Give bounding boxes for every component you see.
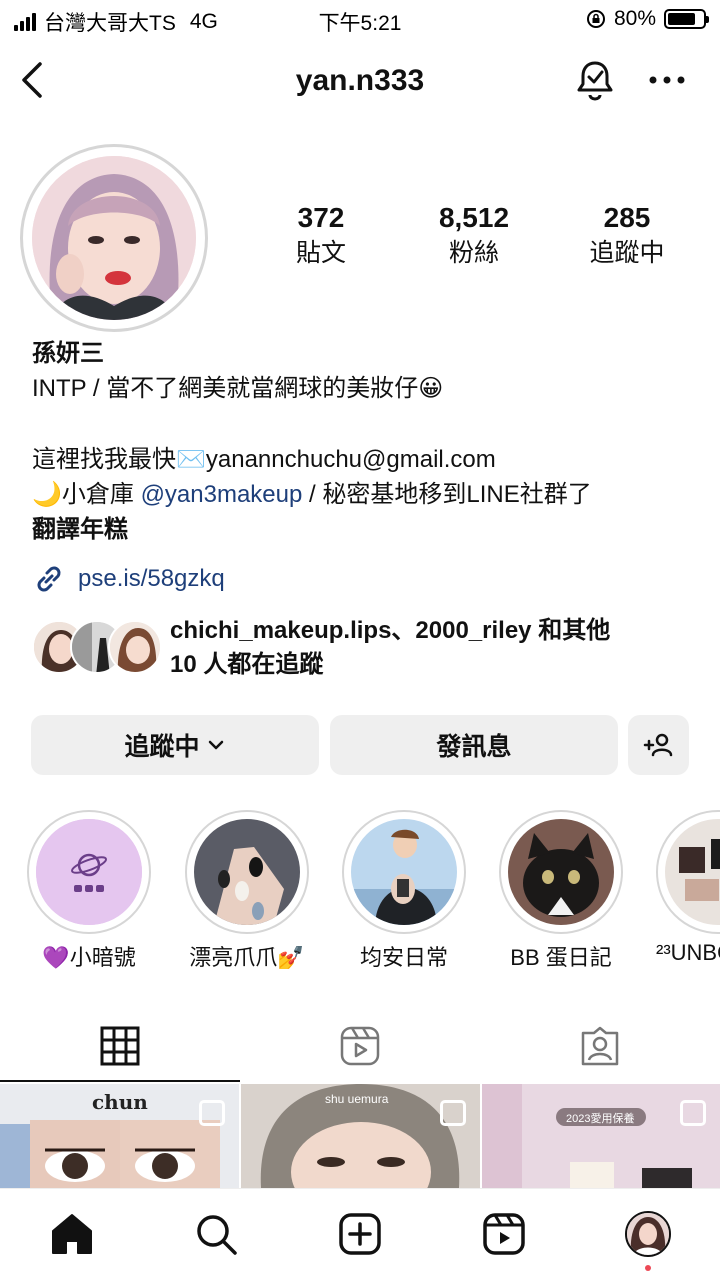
highlight-cover: [36, 819, 142, 925]
followed-by-line-2: 10 人都在追蹤: [170, 651, 324, 678]
bio-mention-link[interactable]: @yan3makeup: [141, 481, 303, 508]
bio-line-1: INTP / 當不了網美就當網球的美妝仔😀: [32, 375, 444, 402]
posts-grid: chun shu uemura 2023愛用保養: [0, 1084, 720, 1188]
post-thumbnail[interactable]: chun: [0, 1084, 239, 1188]
followers-count-value: 8,512: [438, 202, 510, 233]
highlight-label: ²³UNBO: [656, 940, 720, 965]
following-count[interactable]: 285 追蹤中: [552, 200, 702, 270]
profile-avatar-ring[interactable]: [20, 144, 208, 332]
active-tab-indicator: [0, 1080, 240, 1082]
add-person-icon: [643, 733, 672, 757]
following-count-label: 追蹤中: [589, 239, 665, 267]
rotation-lock-icon: [586, 10, 605, 28]
highlight-cover: [194, 819, 300, 925]
bell-check-icon: [577, 61, 613, 101]
posts-count[interactable]: 372 貼文: [246, 200, 396, 270]
followed-by-avatars: [32, 620, 162, 676]
highlight-label: 均安日常: [359, 945, 448, 970]
profile-tabs: [0, 1010, 720, 1082]
post-caption-text: 2023愛用保養: [566, 1113, 635, 1125]
more-horizontal-icon: [649, 76, 685, 84]
profile-avatar: [32, 156, 196, 320]
posts-count-value: 372: [297, 202, 345, 233]
following-button-label: 追蹤中: [124, 733, 200, 761]
profile-header: yan.n333: [0, 50, 720, 110]
highlight-item[interactable]: 漂亮爪爪💅: [185, 810, 309, 972]
nav-profile[interactable]: [623, 1209, 673, 1259]
followed-by-section[interactable]: chichi_makeup.lips、2000_riley 和其他 10 人都在…: [32, 614, 702, 684]
following-count-value: 285: [603, 202, 651, 233]
highlight-ring: [656, 810, 720, 934]
reels-icon: [483, 1213, 525, 1255]
status-right: 80%: [586, 7, 709, 31]
notification-dot: [645, 1265, 651, 1271]
following-button[interactable]: 追蹤中: [31, 715, 319, 775]
profile-bio: 孫妍三 INTP / 當不了網美就當網球的美妝仔😀 這裡找我最快✉️yanann…: [32, 336, 702, 547]
chevron-down-icon: [208, 740, 223, 750]
bio-email: yanannchuchu@gmail.com: [205, 446, 496, 473]
message-button[interactable]: 發訊息: [330, 715, 618, 775]
link-icon: [37, 566, 61, 592]
multiple-photos-icon: [199, 1100, 225, 1126]
bio-translate-button[interactable]: 翻譯年糕: [32, 512, 702, 547]
more-options-button[interactable]: [645, 60, 689, 100]
bio-storage-suffix: / 秘密基地移到LINE社群了: [302, 481, 592, 508]
home-icon: [52, 1214, 92, 1254]
highlight-ring: [185, 810, 309, 934]
followed-by-line-1: chichi_makeup.lips、2000_riley 和其他: [170, 617, 611, 644]
bio-storage-prefix: 🌙小倉庫: [32, 481, 141, 508]
followers-count[interactable]: 8,512 粉絲: [399, 200, 549, 270]
battery-icon: [664, 9, 709, 29]
reels-icon: [340, 1026, 380, 1066]
tab-posts[interactable]: [0, 1010, 240, 1082]
post-thumbnail[interactable]: shu uemura: [241, 1084, 480, 1188]
create-post-icon: [339, 1213, 381, 1255]
nav-reels[interactable]: [479, 1209, 529, 1259]
tab-tagged[interactable]: [480, 1010, 720, 1082]
nav-search[interactable]: [191, 1209, 241, 1259]
multiple-photos-icon: [440, 1100, 466, 1126]
bottom-navigation: [0, 1188, 720, 1280]
posts-count-label: 貼文: [295, 239, 346, 267]
grid-icon: [100, 1026, 140, 1066]
highlight-item[interactable]: ²³UNBO: [656, 810, 720, 966]
bio-line-3: 🌙小倉庫 @yan3makeup / 秘密基地移到LINE社群了: [32, 477, 702, 512]
highlight-label: 漂亮爪爪💅: [189, 945, 305, 970]
follower-avatar: [108, 620, 162, 674]
bio-line-2: 這裡找我最快✉️yanannchuchu@gmail.com: [32, 442, 702, 477]
highlight-cover: [351, 819, 457, 925]
highlight-label: 💜小暗號: [42, 945, 136, 970]
post-brand-text: shu uemura: [325, 1092, 389, 1106]
profile-link[interactable]: pse.is/58gzkq: [32, 562, 225, 596]
nav-create[interactable]: [335, 1209, 385, 1259]
notifications-button[interactable]: [573, 58, 617, 102]
status-bar: 台灣大哥大TS 4G 下午5:21 80%: [0, 0, 720, 40]
post-thumbnail[interactable]: 2023愛用保養: [482, 1084, 720, 1188]
nav-home[interactable]: [47, 1209, 97, 1259]
post-brand-text: chun: [92, 1090, 148, 1114]
followers-count-label: 粉絲: [448, 239, 499, 267]
profile-display-name: 孫妍三: [32, 340, 104, 367]
highlight-item[interactable]: 💜小暗號: [27, 810, 151, 972]
followed-by-text: chichi_makeup.lips、2000_riley 和其他 10 人都在…: [170, 614, 610, 682]
highlight-cover: [508, 819, 614, 925]
bio-contact-prefix: 這裡找我最快✉️: [32, 446, 206, 473]
highlight-ring: [342, 810, 466, 934]
tagged-icon: [581, 1026, 619, 1066]
message-button-label: 發訊息: [436, 733, 512, 761]
battery-percent: 80%: [613, 7, 656, 30]
highlight-label: BB 蛋日記: [510, 945, 612, 970]
highlight-ring: [499, 810, 623, 934]
highlight-ring: [27, 810, 151, 934]
highlight-item[interactable]: 均安日常: [342, 810, 466, 972]
profile-link-text: pse.is/58gzkq: [78, 565, 225, 592]
profile-avatar: [625, 1211, 671, 1257]
multiple-photos-icon: [680, 1100, 706, 1126]
highlight-item[interactable]: BB 蛋日記: [499, 810, 623, 972]
highlight-cover: [665, 819, 720, 925]
suggested-users-button[interactable]: [628, 715, 689, 775]
search-icon: [197, 1215, 237, 1255]
tab-reels[interactable]: [240, 1010, 480, 1082]
